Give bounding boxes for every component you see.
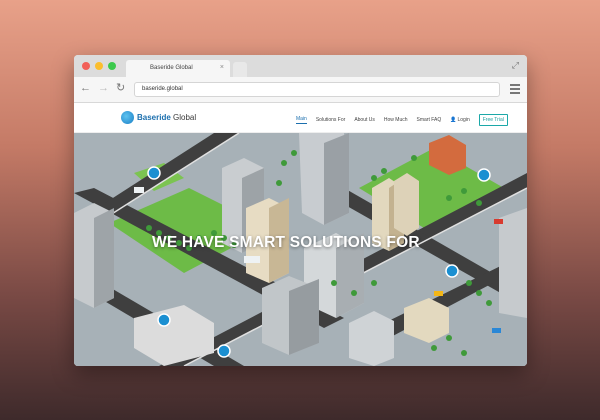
browser-toolbar: ← → ↻ baseride.global bbox=[74, 77, 527, 103]
forward-arrow-icon[interactable]: → bbox=[98, 83, 109, 94]
main-menu: Main Solutions For About Us How Much Sma… bbox=[296, 114, 508, 126]
expand-icon[interactable]: ⤢ bbox=[512, 60, 519, 71]
login-link[interactable]: 👤Login bbox=[450, 117, 469, 123]
address-bar[interactable]: baseride.global bbox=[134, 82, 500, 97]
minimize-window-button[interactable] bbox=[95, 62, 103, 70]
logo-icon[interactable] bbox=[121, 111, 134, 124]
hero-city-illustration: WE HAVE SMART SOLUTIONS FOR bbox=[74, 133, 527, 366]
building-right bbox=[499, 208, 527, 318]
tab-close-icon[interactable]: × bbox=[220, 64, 224, 71]
menu-item-solutions-for[interactable]: Solutions For bbox=[316, 117, 345, 123]
new-tab-button[interactable] bbox=[233, 62, 247, 77]
menu-item-about-us[interactable]: About Us bbox=[354, 117, 375, 123]
site-header: Baseride Global Main Solutions For About… bbox=[74, 103, 527, 133]
browser-tab[interactable]: Baseride Global × bbox=[126, 60, 230, 77]
logo-text[interactable]: Baseride Global bbox=[137, 113, 196, 122]
webpage: Baseride Global Main Solutions For About… bbox=[74, 103, 527, 366]
tab-bar: Baseride Global × ⤢ bbox=[74, 55, 527, 77]
maximize-window-button[interactable] bbox=[108, 62, 116, 70]
back-arrow-icon[interactable]: ← bbox=[80, 83, 91, 94]
menu-item-main[interactable]: Main bbox=[296, 116, 307, 124]
tab-title: Baseride Global bbox=[150, 65, 193, 71]
menu-item-how-much[interactable]: How Much bbox=[384, 117, 408, 123]
menu-item-smart-faq[interactable]: Smart FAQ bbox=[417, 117, 442, 123]
browser-window: Baseride Global × ⤢ ← → ↻ baseride.globa… bbox=[74, 55, 527, 366]
menu-icon[interactable] bbox=[510, 84, 520, 96]
free-trial-button[interactable]: Free Trial bbox=[478, 114, 508, 126]
reload-icon[interactable]: ↻ bbox=[116, 83, 125, 94]
login-label: Login bbox=[457, 117, 470, 123]
user-icon: 👤 bbox=[450, 117, 457, 123]
hero-headline: WE HAVE SMART SOLUTIONS FOR bbox=[152, 234, 420, 251]
close-window-button[interactable] bbox=[82, 62, 90, 70]
